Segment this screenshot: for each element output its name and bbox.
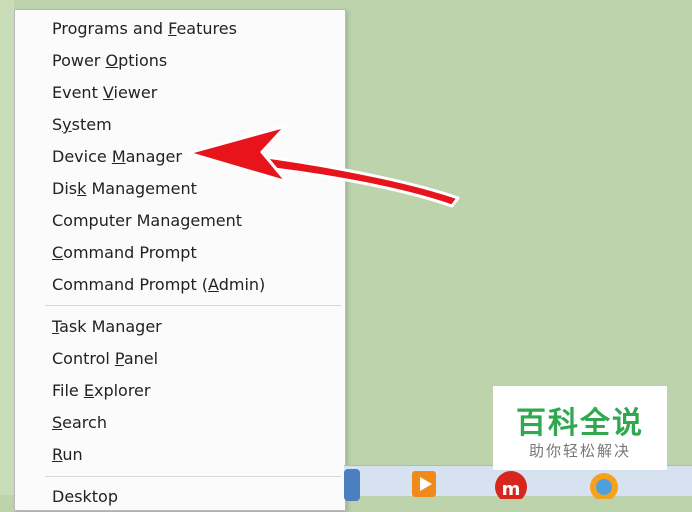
menu-item-label: ommand Prompt	[63, 243, 197, 262]
watermark: 百科全说 助你轻松解决	[493, 386, 667, 470]
menu-item-command-prompt-admin[interactable]: Command Prompt (Admin)	[52, 270, 265, 300]
watermark-title: 百科全说	[516, 406, 644, 441]
menu-item-programs-and-features[interactable]: Programs and Features	[52, 14, 237, 44]
svg-text:m: m	[502, 479, 521, 499]
menu-item-control-panel[interactable]: Control Panel	[52, 344, 158, 374]
menu-item-power-options[interactable]: Power Options	[52, 46, 167, 76]
menu-item-label: stem	[71, 115, 112, 134]
menu-item-label: xplorer	[93, 381, 151, 400]
menu-item-label: File	[52, 381, 84, 400]
taskbar-edge-icon[interactable]	[344, 469, 360, 501]
menu-item-label: dmin)	[218, 275, 266, 294]
menu-item-label: Event	[52, 83, 103, 102]
menu-item-event-viewer[interactable]: Event Viewer	[52, 78, 157, 108]
access-key: V	[102, 83, 114, 102]
menu-item-label: Dis	[52, 179, 78, 198]
access-key: M	[111, 147, 126, 166]
menu-item-label: Device	[52, 147, 112, 166]
menu-item-label: Management	[86, 179, 197, 198]
menu-item-device-manager[interactable]: Device Manager	[52, 142, 182, 172]
refresh-icon[interactable]	[582, 469, 622, 501]
menu-item-label: Computer Mana	[52, 211, 181, 230]
menu-item-label: un	[62, 445, 83, 464]
menu-item-label: Desktop	[52, 487, 118, 506]
access-key: O	[105, 51, 119, 70]
menu-separator	[45, 476, 341, 477]
access-key: y	[62, 115, 72, 134]
app-m-icon[interactable]: m	[489, 469, 529, 503]
menu-item-disk-management[interactable]: Disk Management	[52, 174, 197, 204]
access-key: C	[52, 243, 64, 262]
menu-item-desktop[interactable]: Desktop	[52, 482, 118, 512]
media-player-icon[interactable]	[404, 469, 444, 501]
menu-item-label: ask Manager	[59, 317, 162, 336]
menu-item-label: eatures	[176, 19, 237, 38]
access-key: k	[77, 179, 87, 198]
menu-item-run[interactable]: Run	[52, 440, 83, 470]
menu-item-computer-management[interactable]: Computer Management	[52, 206, 242, 236]
menu-item-label: anager	[125, 147, 182, 166]
desktop-strip	[0, 0, 14, 495]
menu-item-task-manager[interactable]: Task Manager	[52, 312, 162, 342]
menu-item-label: ement	[190, 211, 243, 230]
menu-item-search[interactable]: Search	[52, 408, 107, 438]
power-user-menu: Programs and Features Power Options Even…	[14, 9, 346, 511]
access-key: P	[114, 349, 124, 368]
menu-item-label: iewer	[113, 83, 158, 102]
access-key: E	[83, 381, 94, 400]
menu-item-label: Power	[52, 51, 106, 70]
menu-item-label: ptions	[118, 51, 168, 70]
watermark-subtitle: 助你轻松解决	[528, 442, 631, 460]
menu-item-file-explorer[interactable]: File Explorer	[52, 376, 150, 406]
menu-item-label: S	[52, 115, 63, 134]
menu-item-label: Control	[52, 349, 115, 368]
menu-separator	[45, 305, 341, 306]
access-key: g	[180, 211, 191, 230]
menu-item-label: Command Prompt (	[52, 275, 209, 294]
menu-item-command-prompt[interactable]: Command Prompt	[52, 238, 197, 268]
access-key: R	[52, 445, 63, 464]
menu-item-label: Programs and	[52, 19, 169, 38]
menu-item-label: anel	[123, 349, 159, 368]
menu-item-system[interactable]: System	[52, 110, 112, 140]
access-key: S	[52, 413, 63, 432]
access-key: A	[208, 275, 219, 294]
menu-item-label: earch	[62, 413, 107, 432]
